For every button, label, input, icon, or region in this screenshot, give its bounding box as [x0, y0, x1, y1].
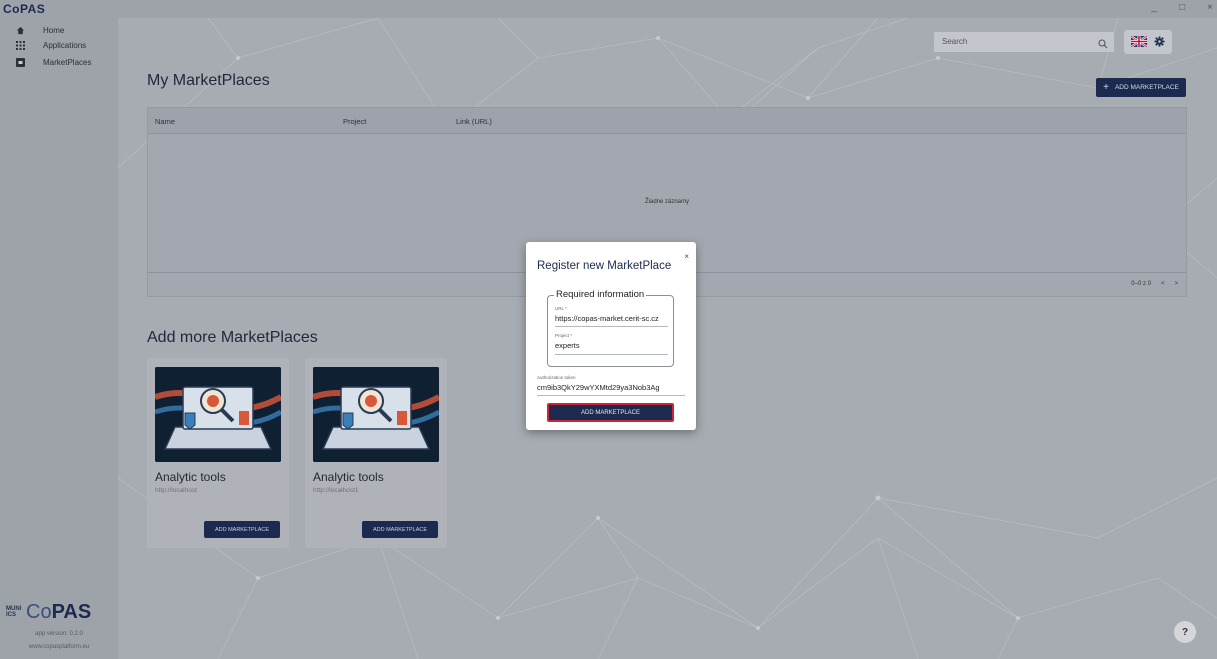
grid-icon [15, 40, 25, 50]
submit-add-marketplace-button[interactable]: ADD MARKETPLACE [547, 403, 674, 422]
marketplace-card: Analytic tools http://localhost ADD MARK… [147, 358, 289, 548]
search-input[interactable]: Search [934, 32, 1114, 52]
table-header: Name Project Link (URL) [148, 108, 1186, 134]
chevron-right-icon[interactable]: > [1174, 281, 1178, 287]
fieldset-legend: Required information [554, 289, 647, 300]
required-information-group: Required information URL * https://copas… [547, 289, 674, 367]
language-settings-group [1124, 30, 1172, 54]
uk-flag-icon[interactable] [1131, 36, 1147, 47]
close-icon[interactable]: × [684, 252, 689, 261]
sidebar-item-label: MarketPlaces [43, 57, 92, 67]
page-title: My MarketPlaces [147, 72, 270, 89]
url-underline [555, 326, 668, 327]
app-version: app version: 0.2.0 [35, 631, 83, 637]
sidebar-item-label: Home [43, 25, 65, 35]
add-marketplace-button[interactable]: + ADD MARKETPLACE [1096, 78, 1186, 97]
register-marketplace-dialog: Register new MarketPlace × Required info… [526, 242, 696, 430]
dialog-title: Register new MarketPlace [537, 260, 672, 272]
card-url: http://localhost [155, 487, 197, 494]
url-field[interactable]: https://copas-market.cerit-sc.cz [555, 314, 673, 323]
sidebar-item-marketplaces[interactable]: MarketPlaces [0, 52, 118, 72]
home-icon [15, 25, 25, 35]
column-header-link[interactable]: Link (URL) [456, 117, 492, 126]
plus-icon: + [1103, 82, 1109, 93]
project-field[interactable]: experts [555, 341, 665, 350]
sidebar: Home Applications MarketPlaces MUNI ICS … [0, 18, 118, 659]
token-field[interactable]: cm9ib3QkY29wYXMtd29ya3Nob3Ag [537, 383, 685, 392]
chevron-left-icon[interactable]: < [1161, 281, 1165, 287]
token-label: Authorization token [537, 375, 576, 380]
card-title: Analytic tools [155, 470, 226, 484]
column-header-project[interactable]: Project [343, 117, 366, 126]
project-label: Project * [555, 333, 573, 338]
search-placeholder: Search [942, 37, 968, 46]
card-title: Analytic tools [313, 470, 384, 484]
copyright-link[interactable]: www.copasplatform.eu [0, 644, 118, 650]
url-label: URL * [555, 306, 567, 311]
copas-logo: CoPAS [26, 601, 92, 623]
minimize-button[interactable]: _ [1152, 2, 1158, 13]
app-brand: CoPAS [3, 2, 46, 16]
card-add-marketplace-button[interactable]: ADD MARKETPLACE [362, 521, 438, 538]
marketplace-card: Analytic tools http://localhost1 ADD MAR… [305, 358, 447, 548]
sidebar-footer: MUNI ICS CoPAS app version: 0.2.0 www.co… [0, 601, 118, 659]
sidebar-item-label: Applications [43, 40, 87, 50]
column-header-name[interactable]: Name [155, 117, 175, 126]
gear-icon[interactable] [1154, 36, 1165, 47]
section-title: Add more MarketPlaces [147, 329, 318, 346]
help-button[interactable]: ? [1174, 621, 1196, 643]
search-icon[interactable] [1098, 36, 1108, 54]
analytic-tools-illustration [155, 367, 281, 462]
marketplace-icon [15, 57, 25, 67]
analytic-tools-illustration [313, 367, 439, 462]
title-bar: CoPAS _ □ × [0, 0, 1217, 18]
pagination: 0–0 z 0 < > [1131, 281, 1178, 287]
window-controls: _ □ × [1152, 2, 1213, 13]
muni-logo: MUNI ICS [6, 606, 22, 618]
card-url: http://localhost1 [313, 487, 359, 494]
project-underline [555, 354, 668, 355]
card-add-marketplace-button[interactable]: ADD MARKETPLACE [204, 521, 280, 538]
token-underline [537, 395, 685, 396]
empty-table-message: Žiadne záznamy [644, 199, 690, 205]
close-window-button[interactable]: × [1207, 2, 1213, 13]
pagination-range: 0–0 z 0 [1131, 281, 1151, 287]
maximize-button[interactable]: □ [1179, 2, 1185, 13]
